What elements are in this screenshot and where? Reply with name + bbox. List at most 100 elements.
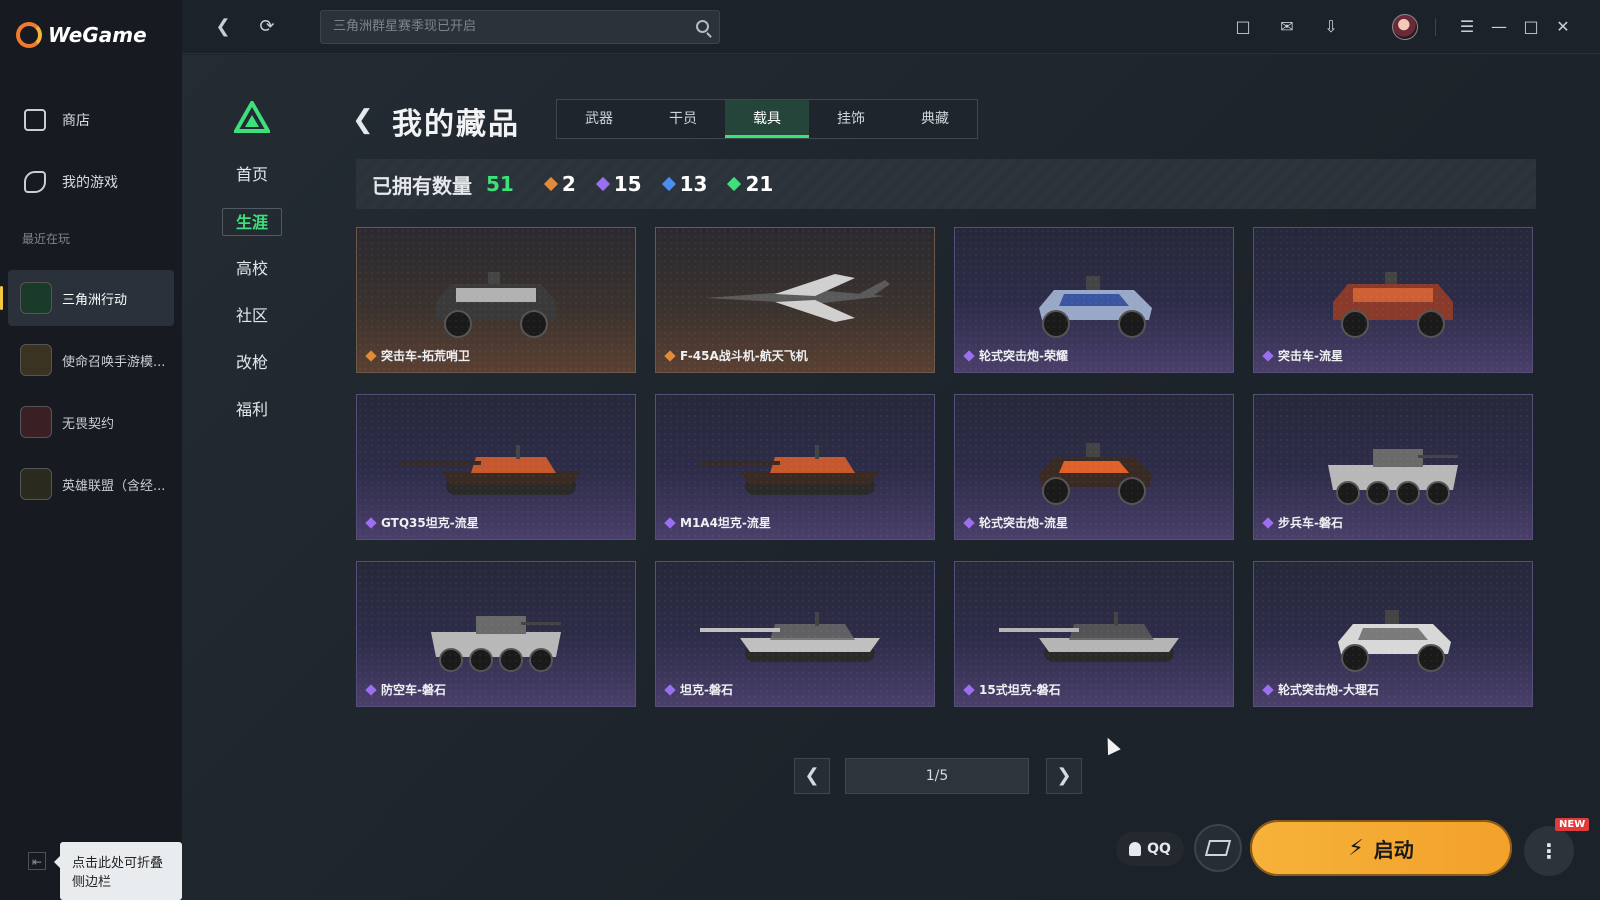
vehicle-name: 轮式突击炮-荣耀	[979, 349, 1068, 363]
accelerator-button[interactable]	[1194, 824, 1242, 872]
game-nav-item-2[interactable]: 生涯	[222, 208, 282, 236]
vehicle-card[interactable]: 轮式突击炮-流星	[954, 394, 1234, 540]
vehicle-image	[1323, 268, 1463, 347]
rarity-gem-icon	[664, 683, 676, 696]
sidebar-game-3[interactable]: 无畏契约	[8, 394, 174, 450]
cod-mobile-game-icon	[20, 344, 52, 376]
vehicle-label: 轮式突击炮-大理石	[1262, 681, 1379, 698]
vehicle-label: 突击车-流星	[1262, 347, 1343, 364]
game-nav-item-1[interactable]: 首页	[222, 161, 282, 189]
collapse-tooltip: 点击此处可折叠侧边栏	[54, 842, 182, 900]
rarity-gem-icon	[727, 176, 742, 192]
tab-3[interactable]: 载具	[725, 100, 809, 138]
vehicle-image	[1024, 268, 1164, 347]
sidebar-item-my-games[interactable]: 我的游戏	[0, 160, 182, 204]
wegame-logo[interactable]: WeGame	[16, 22, 147, 48]
valorant-game-icon	[20, 406, 52, 438]
vehicle-card[interactable]: 轮式突击炮-荣耀	[954, 227, 1234, 373]
vehicle-label: 轮式突击炮-流星	[963, 514, 1068, 531]
vehicle-image	[695, 602, 895, 676]
search-input[interactable]: 三角洲群星赛季现已开启	[320, 10, 720, 44]
rarity-gem-icon	[963, 349, 975, 362]
avatar[interactable]	[1392, 14, 1418, 40]
launch-label: 启动	[1373, 837, 1414, 862]
rarity-gem-icon	[664, 349, 676, 362]
topbar: ❮ ⟳ 三角洲群星赛季现已开启 □ ✉ ⇩ ☰ — □ ✕	[182, 0, 1600, 54]
vehicle-name: 15式坦克-磐石	[979, 683, 1061, 697]
vehicle-image	[426, 268, 566, 347]
mouse-cursor	[1101, 734, 1121, 756]
rarity-count-value: 21	[745, 172, 774, 196]
game-nav-item-3[interactable]: 高校	[222, 255, 282, 283]
more-options-button[interactable]: ⋮	[1524, 826, 1574, 876]
vehicle-card[interactable]: 防空车-磐石	[356, 561, 636, 707]
sidebar-game-4[interactable]: 英雄联盟（含经...	[8, 456, 174, 512]
sidebar-game-2[interactable]: 使命召唤手游模...	[8, 332, 174, 388]
vehicle-card[interactable]: M1A4坦克-流星	[655, 394, 935, 540]
download-icon[interactable]: ⇩	[1320, 16, 1342, 38]
vehicle-image	[695, 435, 895, 509]
my-games-icon	[24, 171, 46, 193]
search-icon[interactable]	[696, 20, 709, 33]
mail-icon[interactable]: ✉	[1276, 16, 1298, 38]
stats-bar: 已拥有数量 51 2 15 13 21	[356, 159, 1536, 209]
prev-page-button[interactable]: ❮	[794, 758, 830, 794]
rarity-gem-icon	[543, 176, 558, 192]
sidebar-item-store[interactable]: 商店	[0, 98, 182, 142]
chat-icon[interactable]: □	[1232, 16, 1254, 38]
qq-button[interactable]: QQ	[1116, 832, 1184, 866]
tab-4[interactable]: 挂饰	[809, 100, 893, 138]
vehicle-image	[1318, 435, 1468, 514]
vehicle-card[interactable]: 步兵车-磐石	[1253, 394, 1533, 540]
back-icon[interactable]: ❮	[212, 16, 234, 38]
tab-1[interactable]: 武器	[557, 100, 641, 138]
back-arrow-icon[interactable]: ❮	[352, 105, 374, 135]
vehicle-card[interactable]: F-45A战斗机-航天飞机	[655, 227, 935, 373]
vehicle-image	[994, 602, 1194, 676]
vehicle-card[interactable]: 突击车-拓荒哨卫	[356, 227, 636, 373]
launch-button[interactable]: ⚡ 启动	[1250, 820, 1512, 876]
game-nav-item-6[interactable]: 福利	[222, 396, 282, 424]
store-bag-icon	[24, 109, 46, 131]
recent-played-label: 最近在玩	[22, 232, 71, 246]
close-icon[interactable]: ✕	[1552, 16, 1574, 38]
delta-force-game-icon	[20, 282, 52, 314]
collapse-sidebar-button[interactable]: ⇤	[28, 852, 46, 870]
game-nav-item-5[interactable]: 改枪	[222, 349, 282, 377]
sidebar-game-1[interactable]: 三角洲行动	[0, 270, 174, 326]
game-nav-item-4[interactable]: 社区	[222, 302, 282, 330]
refresh-icon[interactable]: ⟳	[256, 16, 278, 38]
rarity-count-4: 21	[727, 172, 774, 196]
vehicle-name: GTQ35坦克-流星	[381, 516, 479, 530]
tab-5[interactable]: 典藏	[893, 100, 977, 138]
next-page-button[interactable]: ❯	[1046, 758, 1082, 794]
vehicle-image	[1024, 435, 1164, 514]
menu-icon[interactable]: ☰	[1456, 16, 1478, 38]
vehicle-label: 坦克-磐石	[664, 681, 733, 698]
vehicle-card[interactable]: GTQ35坦克-流星	[356, 394, 636, 540]
rarity-count-2: 15	[595, 172, 642, 196]
vehicle-card[interactable]: 坦克-磐石	[655, 561, 935, 707]
page-title: 我的藏品	[392, 107, 520, 142]
vehicle-label: F-45A战斗机-航天飞机	[664, 347, 808, 364]
vehicle-label: 15式坦克-磐石	[963, 681, 1061, 698]
vehicle-card[interactable]: 15式坦克-磐石	[954, 561, 1234, 707]
vehicle-image	[1323, 602, 1463, 681]
maximize-icon[interactable]: □	[1520, 16, 1542, 38]
rarity-gem-icon	[664, 516, 676, 529]
vehicle-name: 轮式突击炮-大理石	[1278, 683, 1379, 697]
vehicle-label: 轮式突击炮-荣耀	[963, 347, 1068, 364]
sidebar: WeGame 商店 我的游戏 最近在玩 三角洲行动使命召唤手游模... 无畏契约英…	[0, 0, 182, 900]
vehicle-card[interactable]: 轮式突击炮-大理石	[1253, 561, 1533, 707]
topbar-divider	[1435, 18, 1436, 36]
lightning-icon: ⚡	[1348, 835, 1364, 861]
rarity-gem-icon	[661, 176, 676, 192]
tab-2[interactable]: 干员	[641, 100, 725, 138]
rarity-gem-icon	[963, 683, 975, 696]
minimize-icon[interactable]: —	[1488, 16, 1510, 38]
vehicle-label: M1A4坦克-流星	[664, 514, 771, 531]
vehicle-card[interactable]: 突击车-流星	[1253, 227, 1533, 373]
sidebar-item-label: 商店	[62, 113, 90, 129]
game-name: 三角洲行动	[62, 292, 128, 308]
vehicle-name: 轮式突击炮-流星	[979, 516, 1068, 530]
